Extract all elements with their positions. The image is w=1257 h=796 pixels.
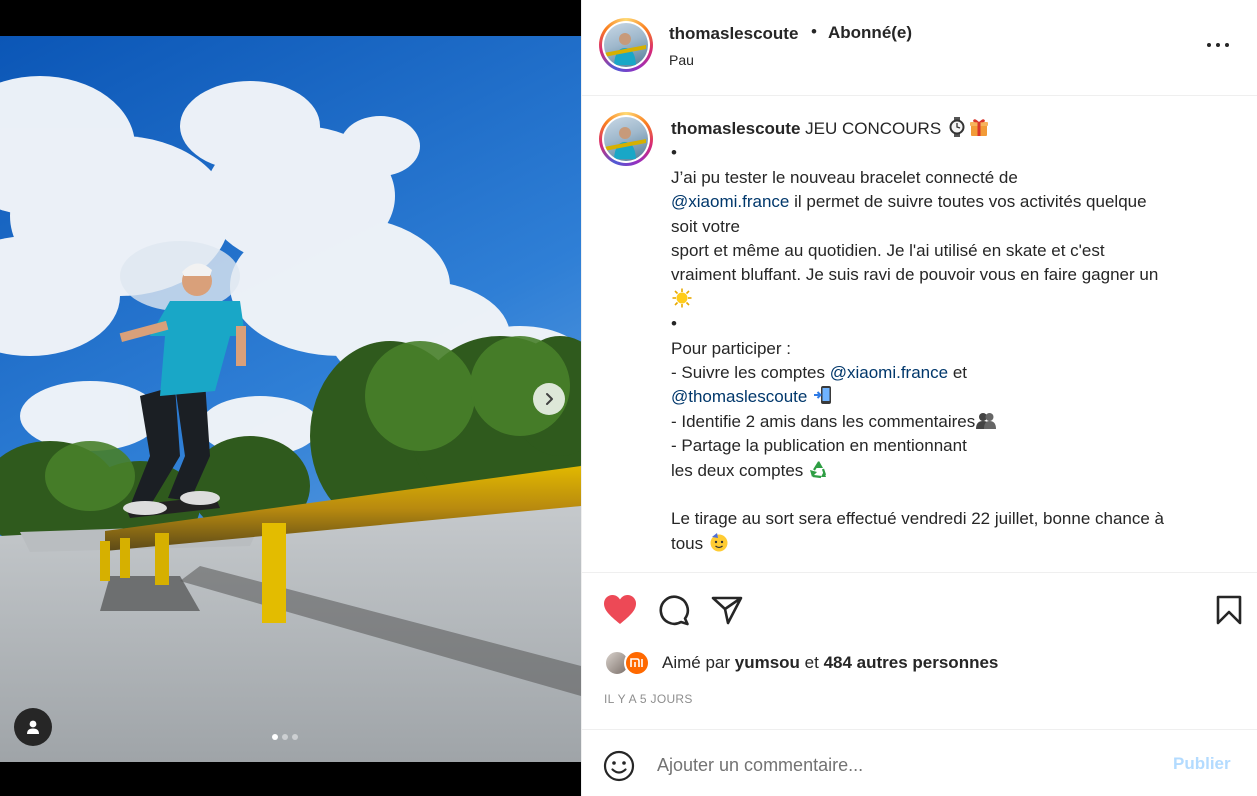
caption-line: - Partage la publication en mentionnant — [671, 436, 967, 456]
post-modal: thomaslescoute • Abonné(e) Pau thomasles… — [0, 0, 1257, 796]
caption-line: - Identifie 2 amis dans les commentaires — [671, 411, 976, 431]
mention-link[interactable]: @xiaomi.france — [830, 363, 948, 382]
post-caption: thomaslescoute JEU CONCOURS • J’ai pu te… — [582, 97, 1257, 573]
like-button[interactable] — [602, 592, 638, 628]
gift-emoji-icon — [969, 119, 988, 136]
carousel-dot — [292, 734, 298, 740]
liker-username[interactable]: yumsou — [735, 653, 800, 672]
user-tag-icon — [27, 720, 39, 734]
caption-line: tous — [671, 533, 704, 553]
comment-composer: Publier — [582, 729, 1257, 796]
watch-emoji-icon — [949, 117, 965, 137]
phone-arrow-emoji-icon — [814, 386, 832, 405]
post-media — [0, 0, 581, 796]
mention-link[interactable]: @thomaslescoute — [671, 387, 807, 406]
carousel-next-button[interactable] — [533, 383, 565, 415]
caption-line: Le tirage au sort sera effectué vendredi… — [671, 509, 1165, 529]
post-details: thomaslescoute • Abonné(e) Pau thomasles… — [581, 0, 1257, 796]
mention-link[interactable]: @xiaomi.france — [671, 192, 789, 211]
caption-title: JEU CONCOURS — [800, 119, 946, 138]
save-button[interactable] — [1211, 592, 1247, 628]
more-options-button[interactable] — [1204, 37, 1232, 53]
caption-line: • — [671, 143, 677, 163]
post-photo[interactable] — [0, 36, 581, 762]
publish-button[interactable]: Publier — [1173, 754, 1231, 774]
caption-line: sport et même au quotidien. Je l'ai util… — [671, 241, 1105, 261]
caption-line: soit votre — [671, 216, 740, 236]
comment-button[interactable] — [656, 592, 692, 628]
more-horizontal-icon — [1207, 43, 1211, 47]
carousel-indicator — [272, 734, 298, 740]
likes-text: Aimé par yumsou et 484 autres personnes — [662, 653, 998, 673]
sun-emoji-icon — [672, 288, 692, 308]
caption-line: vraiment bluffant. Je suis ravi de pouvo… — [671, 265, 1159, 285]
emoji-picker-button[interactable] — [602, 749, 636, 783]
post-location[interactable]: Pau — [669, 52, 694, 68]
caption-line: J’ai pu tester le nouveau bracelet conne… — [671, 167, 1018, 187]
user-tags-button[interactable] — [14, 708, 52, 746]
recycle-emoji-icon — [810, 460, 827, 478]
carousel-dot — [272, 734, 278, 740]
comment-input[interactable] — [657, 752, 1157, 778]
post-header: thomaslescoute • Abonné(e) Pau — [582, 0, 1257, 96]
likers-avatars[interactable] — [604, 649, 656, 677]
likes-connector: et — [799, 653, 824, 672]
caption-line: Pour participer : — [671, 338, 791, 358]
paper-plane-icon — [711, 596, 743, 625]
comment-icon — [659, 595, 690, 626]
likes-prefix: Aimé par — [662, 653, 735, 672]
smiley-icon — [603, 750, 635, 782]
likes-count-link[interactable]: 484 autres personnes — [824, 653, 999, 672]
party-face-emoji-icon — [710, 532, 728, 552]
author-username[interactable]: thomaslescoute — [669, 24, 798, 44]
people-emoji-icon — [976, 412, 997, 429]
caption-line: et — [952, 363, 968, 383]
caption-line: les deux comptes — [671, 460, 804, 480]
avatar — [624, 650, 650, 676]
chevron-right-icon — [546, 393, 553, 405]
post-timestamp[interactable]: IL Y A 5 JOURS — [604, 692, 693, 706]
caption-line: • — [671, 314, 677, 334]
carousel-dot — [282, 734, 288, 740]
likes-summary: Aimé par yumsou et 484 autres personnes — [604, 648, 998, 678]
heart-filled-icon — [604, 595, 636, 624]
author-avatar[interactable] — [599, 18, 653, 72]
caption-text: thomaslescoute JEU CONCOURS • J’ai pu te… — [671, 117, 1226, 556]
follow-status-button[interactable]: Abonné(e) — [828, 23, 912, 43]
bookmark-icon — [1216, 595, 1242, 625]
share-button[interactable] — [709, 592, 745, 628]
caption-author-avatar[interactable] — [599, 112, 653, 166]
caption-line: il permet de suivre toutes vos activités… — [794, 192, 1147, 212]
action-bar — [582, 574, 1257, 644]
caption-line: - Suivre les comptes — [671, 363, 825, 383]
caption-username[interactable]: thomaslescoute — [671, 119, 800, 138]
header-separator: • — [811, 22, 817, 41]
